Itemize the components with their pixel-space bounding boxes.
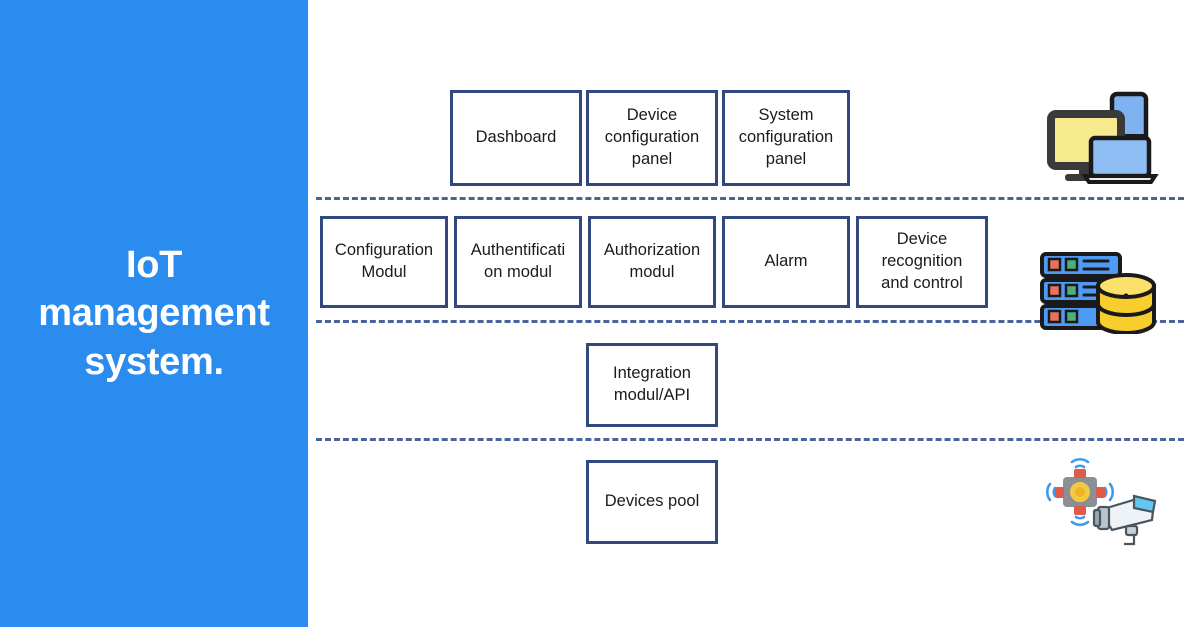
node-device-configuration-panel[interactable]: Device configuration panel xyxy=(586,90,718,186)
layer-divider-1 xyxy=(316,197,1184,200)
node-authorization-modul[interactable]: Authorization modul xyxy=(588,216,716,308)
title-panel: IoT management system. xyxy=(0,0,308,627)
layer-divider-3 xyxy=(316,438,1184,441)
node-device-recognition-and-control[interactable]: Device recognition and control xyxy=(856,216,988,308)
node-authentification-modul[interactable]: Authentificati on modul xyxy=(454,216,582,308)
devices-icon xyxy=(1043,86,1161,184)
architecture-diagram: Dashboard Device configuration panel Sys… xyxy=(308,0,1200,627)
iot-sensor-camera-icon xyxy=(1038,452,1163,547)
page-title: IoT management system. xyxy=(38,243,270,383)
node-alarm[interactable]: Alarm xyxy=(722,216,850,308)
slide-canvas: IoT management system. Dashboard Device … xyxy=(0,0,1200,627)
server-database-icon xyxy=(1036,248,1158,334)
node-configuration-modul[interactable]: Configuration Modul xyxy=(320,216,448,308)
node-integration-modul-api[interactable]: Integration modul/API xyxy=(586,343,718,427)
node-devices-pool[interactable]: Devices pool xyxy=(586,460,718,544)
node-dashboard[interactable]: Dashboard xyxy=(450,90,582,186)
node-system-configuration-panel[interactable]: System configuration panel xyxy=(722,90,850,186)
